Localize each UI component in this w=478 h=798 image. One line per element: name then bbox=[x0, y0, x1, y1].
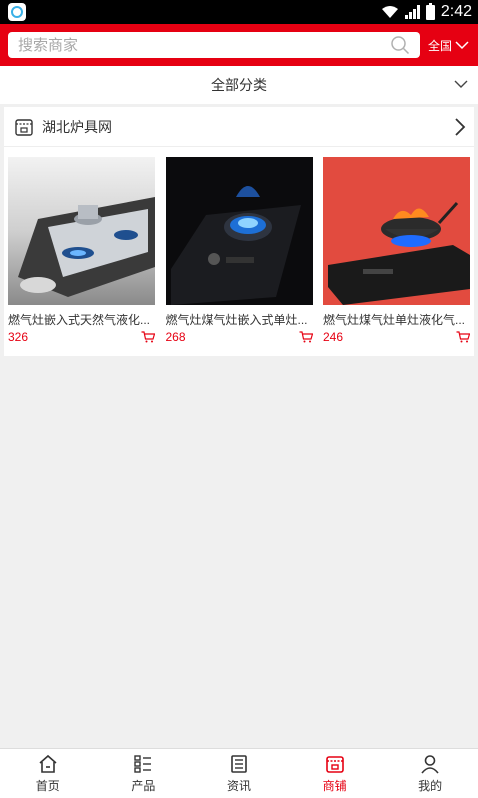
bottom-nav: 首页 产品 资讯 商铺 我的 bbox=[0, 748, 478, 798]
nav-item-news[interactable]: 资讯 bbox=[191, 749, 287, 798]
status-bar: 2:42 bbox=[0, 0, 478, 24]
product-card[interactable]: 燃气灶煤气灶单灶液化气... 246 bbox=[323, 157, 470, 344]
product-list: 燃气灶嵌入式天然气液化... 326 燃气灶煤气灶嵌入式单灶... 268 燃气… bbox=[8, 157, 470, 344]
nav-label: 商铺 bbox=[322, 778, 347, 793]
category-filter[interactable]: 全部分类 bbox=[0, 66, 478, 104]
product-price: 268 bbox=[165, 330, 186, 344]
region-label: 全国 bbox=[428, 38, 453, 53]
nav-label: 资讯 bbox=[226, 778, 251, 793]
cart-icon[interactable] bbox=[299, 331, 313, 343]
shop-icon bbox=[15, 118, 33, 136]
region-selector[interactable]: 全国 bbox=[428, 37, 469, 54]
user-icon bbox=[421, 754, 439, 774]
product-name: 燃气灶煤气灶单灶液化气... bbox=[323, 313, 466, 327]
status-time: 2:42 bbox=[440, 3, 472, 20]
search-icon[interactable] bbox=[390, 35, 410, 55]
search-input[interactable] bbox=[18, 36, 358, 54]
shop-icon bbox=[325, 755, 344, 773]
chevron-right-icon[interactable] bbox=[454, 117, 466, 137]
home-icon bbox=[39, 754, 57, 773]
store-card: 湖北炉具网 燃气灶嵌入式天然气液化... 326 燃气灶煤气灶嵌入式单灶... … bbox=[4, 107, 474, 356]
product-price: 326 bbox=[8, 330, 29, 344]
product-image[interactable] bbox=[323, 157, 470, 305]
product-card[interactable]: 燃气灶煤气灶嵌入式单灶... 268 bbox=[165, 157, 313, 344]
header: 全国 bbox=[0, 24, 478, 66]
chevron-down-icon bbox=[455, 40, 469, 49]
nav-item-me[interactable]: 我的 bbox=[382, 749, 478, 798]
wifi-icon bbox=[381, 6, 398, 18]
product-image[interactable] bbox=[8, 157, 155, 305]
nav-label: 首页 bbox=[35, 778, 60, 793]
product-name: 燃气灶嵌入式天然气液化... bbox=[8, 313, 151, 327]
signal-icon bbox=[404, 5, 420, 19]
nav-item-products[interactable]: 产品 bbox=[96, 749, 192, 798]
app-notification-icon bbox=[8, 3, 26, 21]
nav-item-home[interactable]: 首页 bbox=[0, 749, 96, 798]
nav-label: 我的 bbox=[418, 778, 443, 793]
category-label: 全部分类 bbox=[211, 77, 267, 93]
product-image[interactable] bbox=[165, 157, 313, 305]
cart-icon[interactable] bbox=[456, 331, 470, 343]
cart-icon[interactable] bbox=[141, 331, 155, 343]
store-header[interactable]: 湖北炉具网 bbox=[4, 107, 474, 147]
product-card[interactable]: 燃气灶嵌入式天然气液化... 326 bbox=[8, 157, 155, 344]
news-icon bbox=[231, 754, 247, 773]
nav-label: 产品 bbox=[131, 778, 156, 793]
nav-item-shops[interactable]: 商铺 bbox=[287, 749, 383, 798]
product-name: 燃气灶煤气灶嵌入式单灶... bbox=[165, 313, 308, 327]
product-price: 246 bbox=[323, 330, 344, 344]
store-name: 湖北炉具网 bbox=[42, 118, 112, 135]
battery-icon bbox=[425, 2, 435, 20]
chevron-down-icon bbox=[454, 80, 468, 88]
list-icon bbox=[134, 754, 152, 773]
search-box[interactable] bbox=[8, 32, 420, 58]
